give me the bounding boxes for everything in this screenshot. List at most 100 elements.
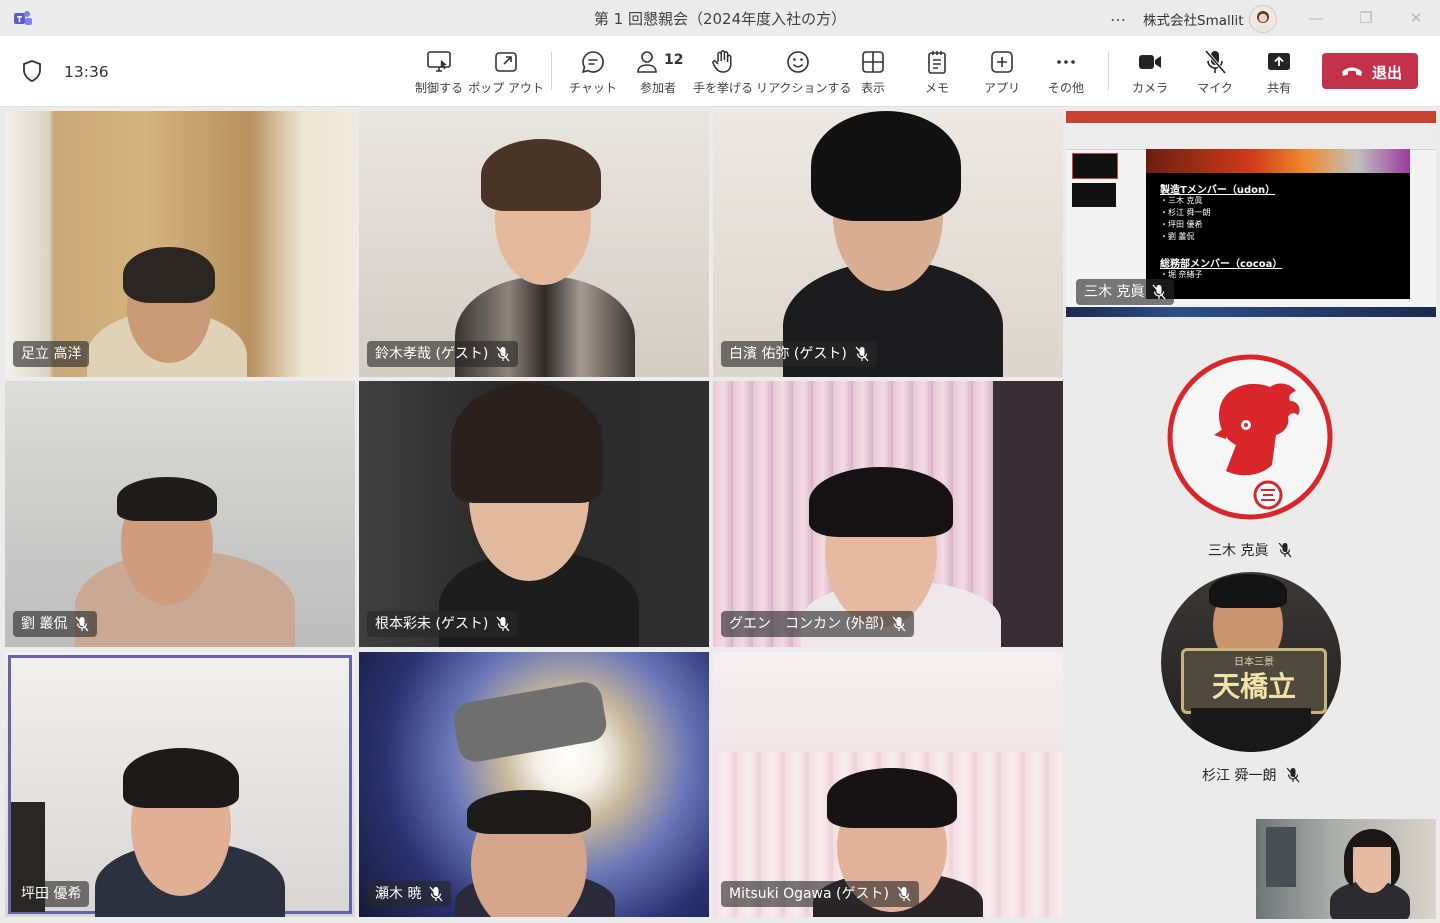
participant-hair: [481, 139, 601, 211]
participant-nametag: 足立 高洋: [13, 341, 90, 367]
maximize-button[interactable]: ❐: [1356, 8, 1376, 28]
people-icon: [637, 51, 657, 73]
share-icon: [1268, 53, 1290, 70]
title-bar: 第 1 回懇親会（2024年度入社の方） … 株式会社Smallit — ❐ ✕: [0, 0, 1440, 36]
rooster-avatar-icon: [1162, 349, 1338, 525]
video-tile[interactable]: グエン コンカン (外部): [713, 381, 1063, 647]
participant-hair: [123, 748, 239, 808]
popout-button[interactable]: ポップ アウト: [468, 46, 544, 98]
presenter-nametag: 三木 克眞: [1076, 279, 1175, 305]
presenter-name: 三木 克眞: [1084, 284, 1145, 300]
participant-name: Mitsuki Ogawa (ゲスト): [729, 886, 889, 902]
chat-icon: [581, 51, 604, 74]
react-label: リアクションする: [756, 81, 852, 95]
participant-name: 劉 叢侃: [21, 616, 68, 632]
mic-off-icon: [1278, 542, 1292, 558]
video-tile[interactable]: 劉 叢侃: [5, 381, 355, 647]
participant-hair: [827, 768, 957, 828]
shield-icon: [23, 60, 41, 82]
mic-off-icon: [1286, 767, 1300, 783]
leave-button[interactable]: 退出: [1322, 53, 1418, 89]
meeting-toolbar: 13:36 制御する ポップ アウト チャット 12 参加者 手を挙げる リアク…: [0, 36, 1440, 107]
slide-thumbnail: [1072, 153, 1118, 179]
mic-off-icon: [75, 616, 89, 632]
participant-hair: [451, 383, 603, 503]
slide-canvas: 製造Tメンバー（udon） ・三木 克眞 ・杉江 舜一朗 ・坪田 優希 ・劉 叢…: [1146, 149, 1410, 299]
participant-hair: [809, 467, 953, 537]
slide-member: ・三木 克眞: [1160, 196, 1203, 205]
participant-name: 瀬木 暁: [375, 886, 422, 902]
taskbar: [1066, 307, 1436, 317]
side-participant-avatar[interactable]: 日本三景 天橋立: [1161, 572, 1341, 752]
slide-member: ・劉 叢侃: [1160, 232, 1195, 241]
leave-label: 退出: [1372, 64, 1403, 82]
popout-label: ポップ アウト: [468, 81, 544, 95]
raise-hand-icon: [712, 50, 732, 73]
share-button[interactable]: 共有: [1245, 46, 1313, 98]
more-label: その他: [1047, 81, 1084, 95]
participant-name: 根本彩未 (ゲスト): [375, 616, 489, 632]
video-tile[interactable]: 鈴木孝哉 (ゲスト): [359, 111, 709, 377]
camera-icon: [1139, 55, 1161, 69]
mic-off-icon: [496, 346, 510, 362]
mic-off-icon: [1152, 284, 1166, 300]
participant-name: 鈴木孝哉 (ゲスト): [375, 346, 489, 362]
video-tile[interactable]: 足立 高洋: [5, 111, 355, 377]
video-tile[interactable]: Mitsuki Ogawa (ゲスト): [713, 652, 1063, 917]
slide-thumbnail: [1072, 183, 1116, 207]
slide-member: ・坪田 優希: [1160, 220, 1203, 229]
control-button[interactable]: 制御する: [405, 46, 473, 98]
video-tile[interactable]: 根本彩未 (ゲスト): [359, 381, 709, 647]
side-participant-name: 三木 克眞: [1208, 543, 1269, 559]
minimize-button[interactable]: —: [1306, 8, 1326, 28]
participant-hair: [1209, 574, 1287, 608]
participant-nametag: 坪田 優希: [13, 881, 90, 907]
slide-heading: 製造Tメンバー（udon）: [1160, 185, 1276, 196]
side-participant-nametag: 杉江 舜一朗: [1202, 765, 1300, 785]
participant-body: [1191, 708, 1311, 752]
sign-big-text: 天橋立: [1211, 670, 1296, 703]
side-participant-name: 杉江 舜一朗: [1202, 768, 1277, 784]
screen-control-icon: [427, 51, 451, 72]
video-tile[interactable]: 瀬木 暁: [359, 652, 709, 917]
participant-nametag: 劉 叢侃: [13, 611, 98, 637]
mic-off-icon: [429, 886, 443, 902]
participant-hair: [117, 477, 217, 521]
share-label: 共有: [1266, 81, 1291, 95]
video-tile-active-speaker[interactable]: 坪田 優希: [5, 652, 355, 917]
slide-member-list: ・三木 克眞 ・杉江 舜一朗 ・坪田 優希 ・劉 叢侃: [1160, 195, 1211, 243]
participant-hair: [123, 247, 215, 303]
participant-name: 白濱 佑弥 (ゲスト): [729, 346, 847, 362]
react-button[interactable]: リアクションする: [756, 46, 851, 98]
background-spaceship: [450, 679, 610, 765]
raise-hand-button[interactable]: 手を挙げる: [689, 46, 757, 98]
close-window-button[interactable]: ✕: [1406, 8, 1426, 28]
side-participant-nametag: 三木 克眞: [1208, 540, 1292, 560]
people-count: 12: [664, 52, 684, 68]
window-more-button[interactable]: …: [1110, 6, 1127, 25]
mic-off-icon: [1204, 49, 1227, 75]
self-view-tile[interactable]: [1256, 819, 1436, 919]
mic-off-icon: [892, 616, 906, 632]
participant-hair: [467, 790, 591, 834]
mic-off-icon: [897, 886, 911, 902]
background-furniture: [993, 381, 1063, 647]
participant-nametag: Mitsuki Ogawa (ゲスト): [721, 881, 919, 907]
more-options-button[interactable]: その他: [1032, 46, 1100, 98]
side-participant-avatar[interactable]: [1160, 347, 1340, 527]
more-icon: [1057, 60, 1075, 64]
video-tile[interactable]: 白濱 佑弥 (ゲスト): [713, 111, 1063, 377]
participant-nametag: 根本彩未 (ゲスト): [367, 611, 519, 637]
ppt-titlebar: [1066, 111, 1436, 123]
grid-view-icon: [862, 51, 884, 73]
meeting-stage: 足立 高洋 鈴木孝哉 (ゲスト) 白濱 佑弥 (ゲスト) 製造Tメンバー（udo…: [0, 107, 1440, 923]
mic-off-icon: [855, 346, 869, 362]
curtain: [5, 111, 50, 377]
screen-share-tile[interactable]: 製造Tメンバー（udon） ・三木 克眞 ・杉江 舜一朗 ・坪田 優希 ・劉 叢…: [1066, 111, 1436, 317]
sign-board: 日本三景 天橋立: [1181, 648, 1327, 714]
slide-banner: [1146, 149, 1410, 173]
smile-icon: [787, 51, 809, 73]
raise-hand-label: 手を挙げる: [692, 81, 753, 95]
organization-name[interactable]: 株式会社Smallit: [1143, 9, 1244, 29]
account-avatar[interactable]: [1249, 5, 1277, 33]
